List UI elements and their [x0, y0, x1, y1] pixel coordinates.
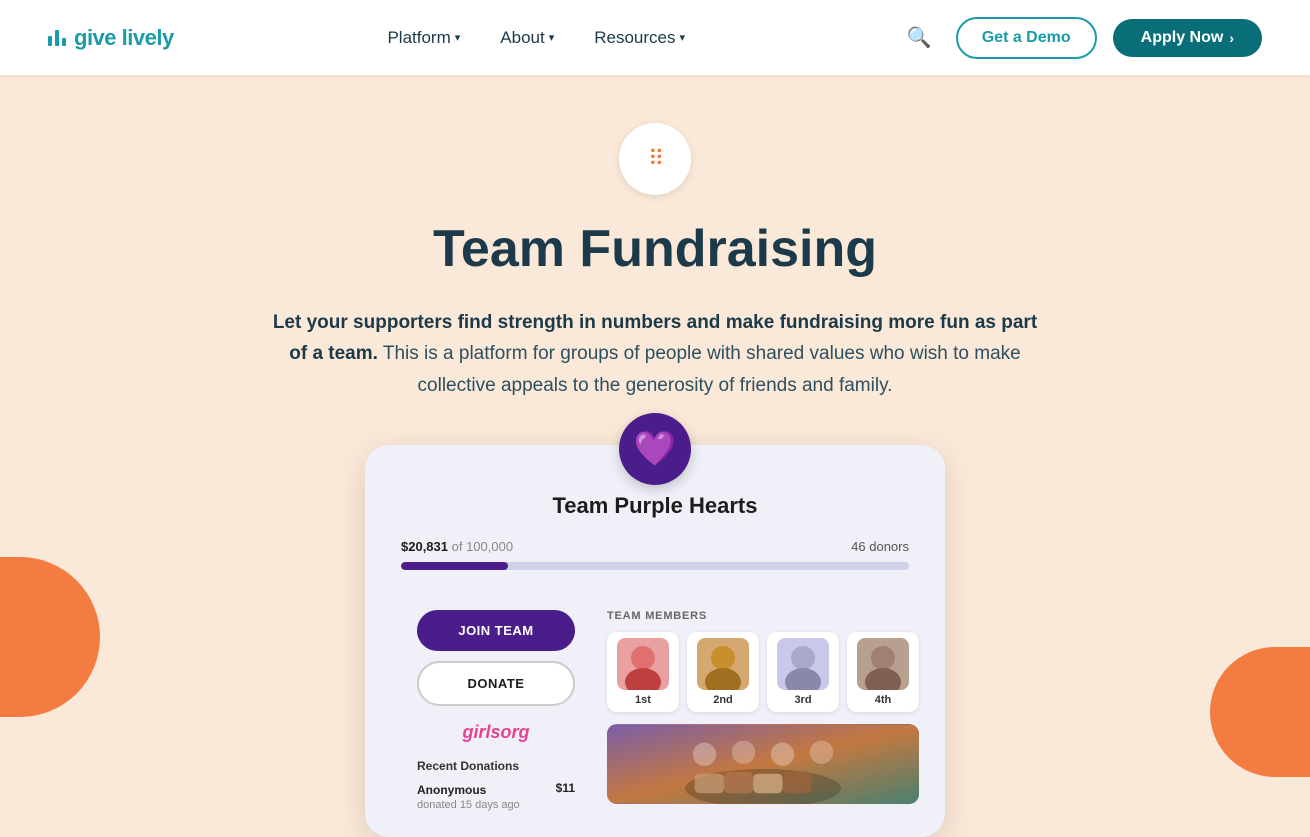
- donor-count: 46 donors: [851, 539, 909, 554]
- chevron-down-icon: ▾: [680, 31, 686, 44]
- get-demo-button[interactable]: Get a Demo: [956, 17, 1097, 59]
- member-avatar-2: [697, 638, 749, 690]
- progress-meta: $20,831 of 100,000 46 donors: [401, 539, 909, 554]
- member-avatar-3: [777, 638, 829, 690]
- team-photo: [607, 724, 919, 804]
- nav-links: Platform ▾ About ▾ Resources ▾: [371, 20, 701, 56]
- chevron-down-icon: ▾: [549, 31, 555, 44]
- hero-description: Let your supporters find strength in num…: [265, 307, 1045, 401]
- member-card-3: 3rd: [767, 632, 839, 712]
- nav-platform-label: Platform: [387, 28, 450, 48]
- member-rank-1: 1st: [613, 694, 673, 706]
- progress-bar-background: [401, 562, 909, 570]
- amount-raised: $20,831: [401, 539, 448, 554]
- logo[interactable]: give lively: [48, 25, 174, 51]
- arrow-right-icon: ›: [1229, 30, 1234, 46]
- apply-now-label: Apply Now: [1141, 29, 1224, 47]
- member-card-2: 2nd: [687, 632, 759, 712]
- member-rank-2: 2nd: [693, 694, 753, 706]
- navbar: give lively Platform ▾ About ▾ Resources…: [0, 0, 1310, 75]
- donation-amount: $11: [556, 781, 575, 795]
- member-card-1: 1st: [607, 632, 679, 712]
- member-card-4: 4th: [847, 632, 919, 712]
- member-rank-4: 4th: [853, 694, 913, 706]
- team-members-label: TEAM MEMBERS: [607, 610, 919, 622]
- donation-name: Anonymous: [417, 783, 486, 797]
- chevron-down-icon: ▾: [455, 31, 461, 44]
- card-wrapper: 💜 Team Purple Hearts $20,831 of 100,000 …: [40, 445, 1270, 837]
- hero-icon-circle: ⠿: [619, 123, 691, 195]
- nav-right: 🔍 Get a Demo Apply Now ›: [899, 17, 1262, 59]
- apply-now-button[interactable]: Apply Now ›: [1113, 19, 1262, 57]
- hero-title: Team Fundraising: [433, 219, 877, 279]
- nav-platform[interactable]: Platform ▾: [371, 20, 476, 56]
- hero-desc-bold: Let your supporters find strength in num…: [273, 312, 1037, 364]
- join-team-button[interactable]: JOIN TEAM: [417, 610, 575, 651]
- nav-resources-label: Resources: [594, 28, 675, 48]
- nav-about-label: About: [500, 28, 544, 48]
- member-avatar-1: [617, 638, 669, 690]
- nav-resources[interactable]: Resources ▾: [578, 20, 701, 56]
- team-avatar: 💜: [619, 413, 691, 485]
- members-grid: 1st 2nd 3rd: [607, 632, 919, 712]
- donate-button[interactable]: DONATE: [417, 661, 575, 706]
- team-name: Team Purple Hearts: [401, 493, 909, 519]
- donation-item: $11 Anonymous donated 15 days ago: [417, 781, 575, 811]
- fundraising-card: Team Purple Hearts $20,831 of 100,000 46…: [365, 445, 945, 837]
- card-right-panel: TEAM MEMBERS 1st 2nd: [591, 590, 935, 837]
- card-left-panel: JOIN TEAM DONATE girlsorg Recent Donatio…: [401, 590, 591, 837]
- member-rank-3: 3rd: [773, 694, 833, 706]
- donation-date: donated 15 days ago: [417, 799, 575, 811]
- recent-donations-label: Recent Donations: [417, 759, 575, 773]
- member-avatar-4: [857, 638, 909, 690]
- progress-section: $20,831 of 100,000 46 donors: [401, 539, 909, 570]
- progress-bar-fill: [401, 562, 508, 570]
- logo-text: give lively: [74, 25, 174, 51]
- hero-section: ⠿ Team Fundraising Let your supporters f…: [0, 75, 1310, 837]
- dots-icon: ⠿: [648, 146, 662, 172]
- goal-amount: of 100,000: [452, 539, 513, 554]
- logo-icon: [48, 30, 66, 46]
- nav-about[interactable]: About ▾: [484, 20, 570, 56]
- heart-icon: 💜: [634, 429, 676, 469]
- org-logo: girlsorg: [417, 722, 575, 743]
- search-icon[interactable]: 🔍: [899, 17, 940, 58]
- card-bottom: JOIN TEAM DONATE girlsorg Recent Donatio…: [401, 590, 909, 837]
